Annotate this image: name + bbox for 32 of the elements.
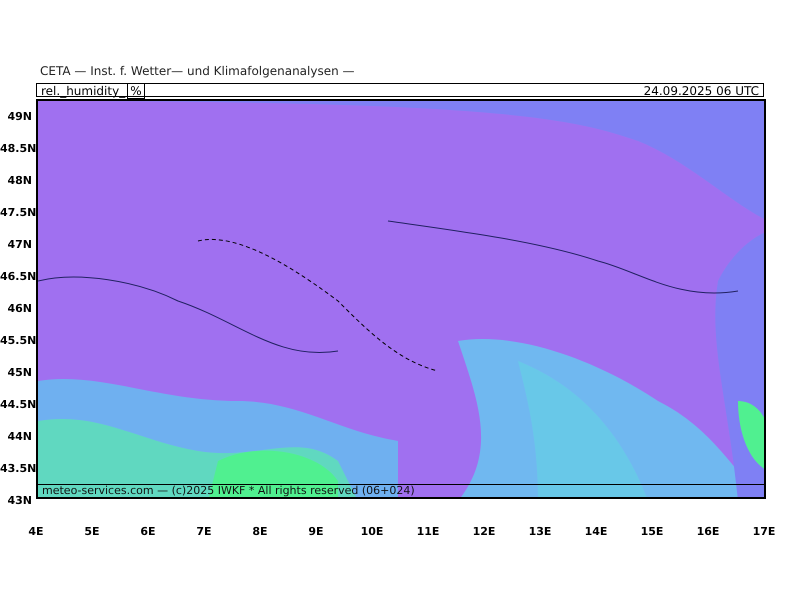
- longitude-label: 16E: [696, 525, 720, 538]
- latitude-label: 45N: [6, 365, 33, 381]
- latitude-label: 48.5N: [0, 141, 36, 157]
- latitude-label: 43N: [6, 493, 33, 509]
- latitude-label: 44.5N: [0, 397, 36, 413]
- longitude-label: 7E: [195, 525, 213, 538]
- longitude-label: 11E: [416, 525, 440, 538]
- longitude-label: 5E: [83, 525, 101, 538]
- latitude-label: 43.5N: [0, 461, 36, 477]
- longitude-label: 17E: [752, 525, 776, 538]
- copyright-text: meteo-services.com — (c)2025 IWKF * All rights reserved (06+024): [38, 484, 764, 497]
- longitude-label: 12E: [472, 525, 496, 538]
- latitude-label: 46.5N: [0, 269, 36, 285]
- latitude-label: 45.5N: [0, 333, 36, 349]
- longitude-label: 4E: [27, 525, 45, 538]
- longitude-label: 9E: [307, 525, 325, 538]
- variable-label: rel._humidity_ %: [41, 84, 145, 96]
- unit-label: %: [127, 83, 145, 99]
- longitude-label: 13E: [528, 525, 552, 538]
- latitude-label: 49N: [6, 109, 33, 125]
- chart-title: CETA — Inst. f. Wetter— und Klimafolgenanalysen —: [40, 64, 356, 80]
- longitude-label: 6E: [139, 525, 157, 538]
- latitude-label: 44N: [6, 429, 33, 445]
- longitude-label: 10E: [360, 525, 384, 538]
- longitude-label: 14E: [584, 525, 608, 538]
- latitude-label: 47.5N: [0, 205, 36, 221]
- latitude-label: 46N: [6, 301, 33, 317]
- latitude-label: 48N: [6, 173, 33, 189]
- longitude-label: 8E: [251, 525, 269, 538]
- valid-time: 24.09.2025 06 UTC: [644, 84, 759, 96]
- longitude-label: 15E: [640, 525, 664, 538]
- latitude-label: 47N: [6, 237, 33, 253]
